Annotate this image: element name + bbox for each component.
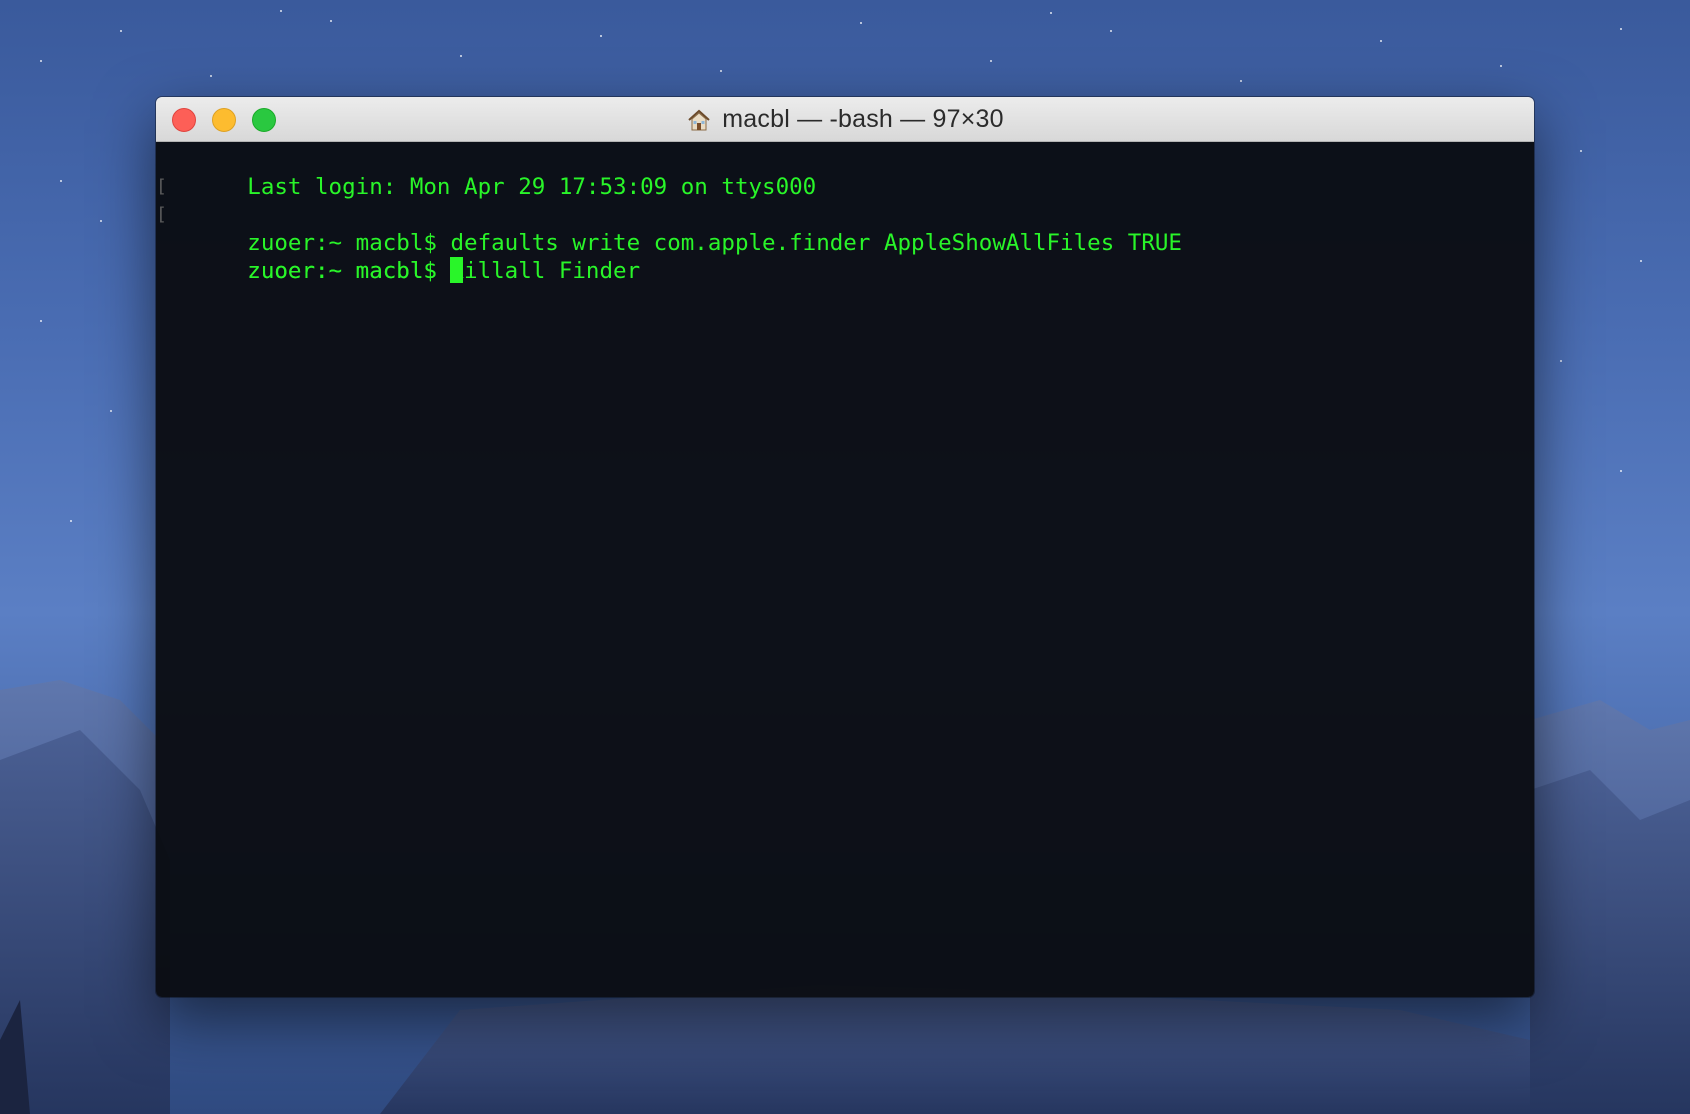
star [1050, 12, 1052, 14]
star [120, 30, 122, 32]
terminal-line: [ zuoer:~ macbl$ killall Finder ] [156, 201, 1534, 284]
star [600, 35, 602, 37]
star [70, 520, 72, 522]
star [40, 60, 42, 62]
window-title-group: macbl — -bash — 97×30 [156, 97, 1534, 142]
terminal-window[interactable]: macbl — -bash — 97×30 Last login: Mon Ap… [156, 97, 1534, 997]
star [1580, 150, 1582, 152]
star [460, 55, 462, 57]
star [1240, 80, 1242, 82]
star [1500, 65, 1502, 67]
star [1620, 28, 1622, 30]
star [1640, 260, 1642, 262]
star [100, 220, 102, 222]
terminal-line: [ zuoer:~ macbl$ defaults write com.appl… [156, 173, 1534, 256]
star [210, 75, 212, 77]
mark-bracket-left: [ [156, 204, 167, 225]
mark-bracket-right: ] [1532, 201, 1534, 229]
star [1110, 30, 1112, 32]
star [1560, 360, 1562, 362]
title-bar[interactable]: macbl — -bash — 97×30 [156, 97, 1534, 142]
star [1380, 40, 1382, 42]
star [280, 10, 282, 12]
star [1620, 470, 1622, 472]
terminal-prompt-line[interactable]: zuoer:~ macbl$ [166, 229, 1524, 284]
mark-bracket-left: [ [156, 176, 167, 197]
mark-bracket-right: ] [1532, 173, 1534, 201]
star [860, 22, 862, 24]
star [40, 320, 42, 322]
star [330, 20, 332, 22]
star [110, 410, 112, 412]
terminal-output[interactable]: Last login: Mon Apr 29 17:53:09 on ttys0… [156, 142, 1534, 997]
star [720, 70, 722, 72]
star [60, 180, 62, 182]
home-icon [688, 109, 710, 130]
text-cursor [450, 257, 464, 283]
star [990, 60, 992, 62]
terminal-line: Last login: Mon Apr 29 17:53:09 on ttys0… [166, 145, 1524, 200]
window-title: macbl — -bash — 97×30 [722, 105, 1004, 133]
terminal-prompt: zuoer:~ macbl$ [247, 258, 451, 284]
